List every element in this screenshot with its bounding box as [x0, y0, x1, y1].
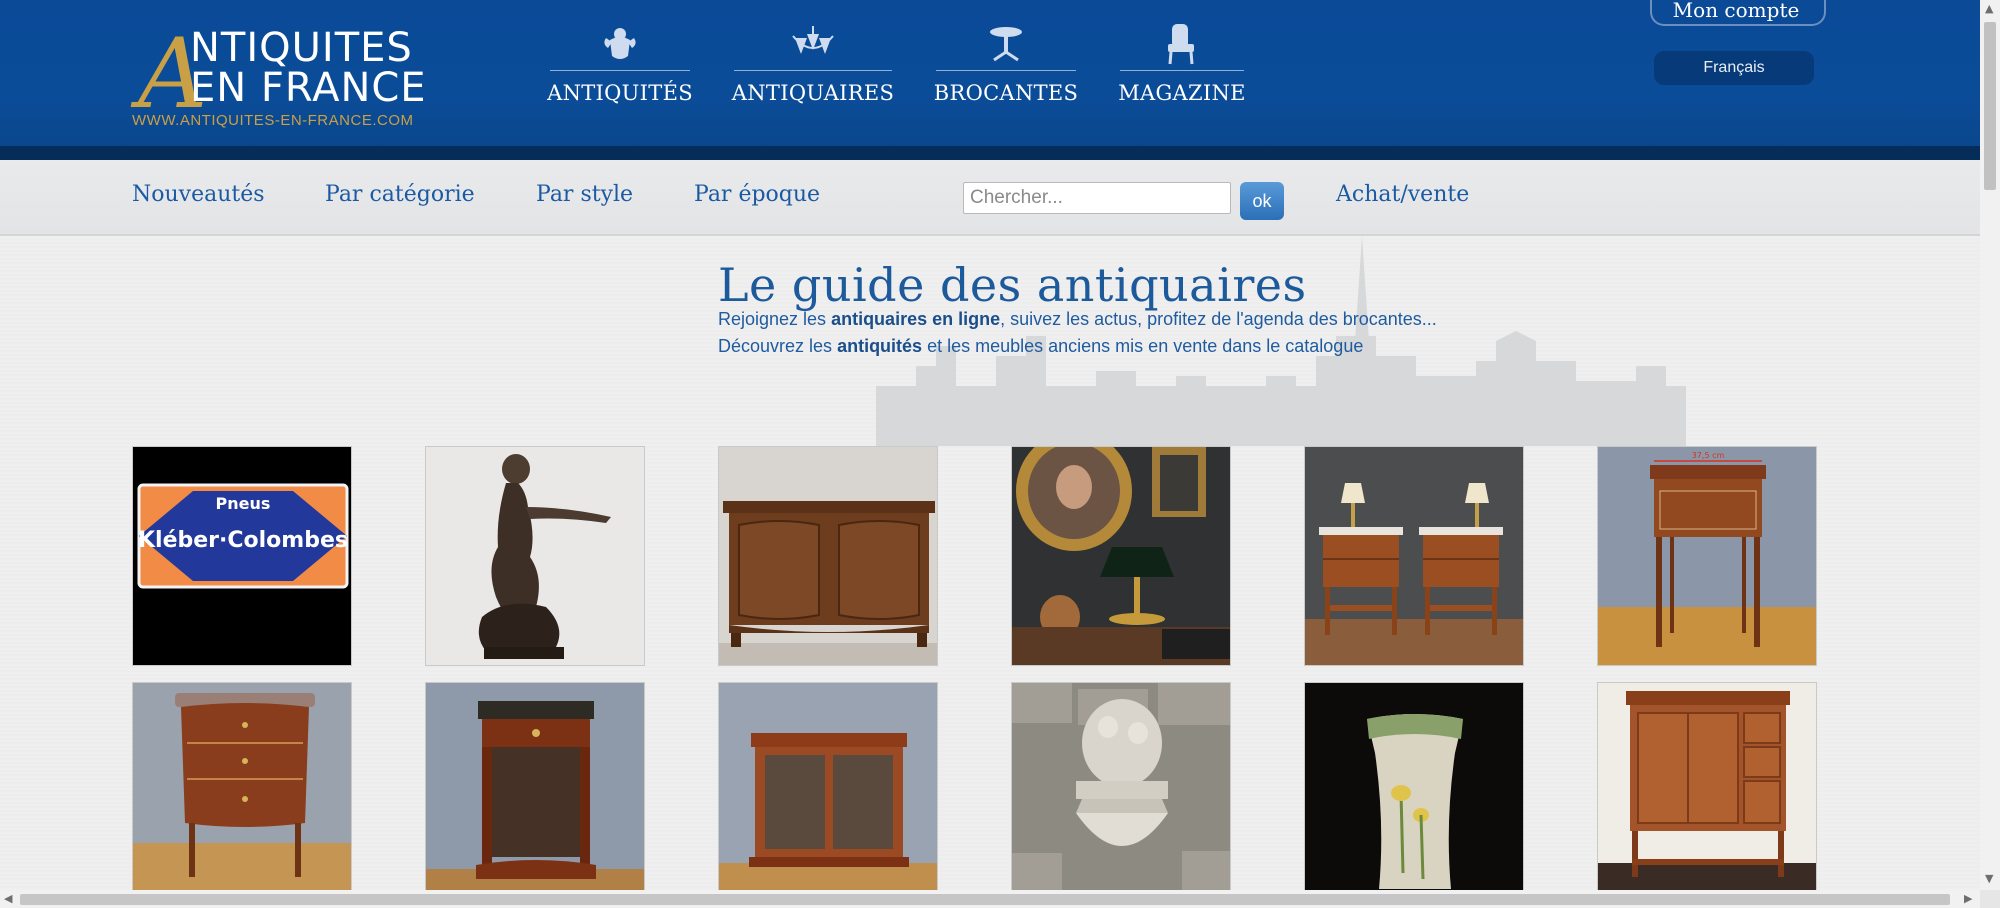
main-nav: ANTIQUITÉS ANTIQUAIRES BROCANTES MAGAZIN… — [547, 22, 1246, 112]
logo-text-line1: NTIQUITES — [190, 25, 413, 71]
nav-link-par-style[interactable]: Par style — [536, 182, 633, 207]
nav-item-brocantes[interactable]: BROCANTES — [933, 22, 1079, 112]
bronze-sculpture-image — [426, 447, 644, 665]
account-label: Mon compte — [1672, 0, 1800, 22]
logo-text-line2: EN FRANCE — [190, 65, 427, 111]
account-button[interactable]: Mon compte — [1650, 0, 1826, 26]
scroll-right-arrow-icon[interactable]: ▶ — [1964, 892, 1972, 905]
armchair-icon — [1162, 22, 1202, 66]
hero-line-1-post: , suivez les actus, profitez de l'agenda… — [1000, 309, 1437, 329]
gueridon-table-icon — [986, 22, 1026, 66]
hero-line-1: Rejoignez les antiquaires en ligne, suiv… — [718, 309, 1437, 330]
product-thumb-art-nouveau-vase[interactable] — [1304, 682, 1524, 890]
horizontal-scroll-thumb[interactable] — [20, 894, 1950, 905]
product-thumb-bedside-tables[interactable] — [1304, 446, 1524, 666]
product-thumb-kleber-colombes[interactable]: Pneus Kléber·Colombes — [132, 446, 352, 666]
hero-line-2-post: et les meubles anciens mis en vente dans… — [922, 336, 1364, 356]
nav-item-antiquites[interactable]: ANTIQUITÉS — [547, 22, 693, 112]
vase-image — [1305, 683, 1523, 890]
pedestal-table-image — [426, 683, 644, 890]
glass-cabinet-image — [719, 683, 937, 890]
hero-line-2: Découvrez les antiquités et les meubles … — [718, 336, 1363, 357]
product-thumb-walnut-buffet[interactable] — [718, 446, 938, 666]
nav-link-par-epoque[interactable]: Par époque — [694, 182, 820, 207]
hero-line-2-pre: Découvrez les — [718, 336, 838, 356]
nav-link-par-categorie[interactable]: Par catégorie — [325, 182, 475, 207]
scroll-left-arrow-icon[interactable]: ◀ — [4, 892, 12, 905]
product-thumb-bouillotte-lamp[interactable] — [1011, 446, 1231, 666]
sign-text-brand: Kléber·Colombes — [138, 528, 348, 553]
nav-label: ANTIQUITÉS — [547, 81, 693, 105]
vertical-scrollbar[interactable]: ▲ ▼ — [1980, 0, 2000, 890]
dimension-label: 37,5 cm — [1692, 451, 1725, 460]
vertical-scroll-thumb[interactable] — [1984, 22, 1996, 190]
product-thumb-stone-fountain[interactable] — [1011, 682, 1231, 890]
scrollbar-corner — [1980, 890, 2000, 908]
nav-label: ANTIQUAIRES — [731, 81, 895, 105]
lamp-and-portrait-image — [1012, 447, 1230, 665]
site-logo[interactable]: A NTIQUITES EN FRANCE WWW.ANTIQUITES-EN-… — [130, 22, 450, 134]
side-table-image: 37,5 cm — [1598, 447, 1816, 665]
link-antiquites[interactable]: antiquités — [837, 336, 922, 356]
nav-rule — [734, 70, 892, 71]
product-thumb-glass-cabinet[interactable] — [718, 682, 938, 890]
nav-label: BROCANTES — [933, 81, 1079, 105]
cherub-icon — [600, 22, 640, 66]
site-header: A NTIQUITES EN FRANCE WWW.ANTIQUITES-EN-… — [0, 0, 1980, 160]
scroll-up-arrow-icon[interactable]: ▲ — [1985, 2, 1993, 15]
logo-url: WWW.ANTIQUITES-EN-FRANCE.COM — [132, 112, 414, 129]
wall-fountain-image — [1012, 683, 1230, 890]
walnut-buffet-image — [719, 447, 937, 665]
bedside-tables-image — [1305, 447, 1523, 665]
product-thumb-mahogany-pedestal[interactable] — [425, 682, 645, 890]
nav-rule — [550, 70, 690, 71]
product-thumb-carved-cabinet[interactable] — [1597, 682, 1817, 890]
chandelier-icon — [789, 22, 837, 66]
nav-link-nouveautes[interactable]: Nouveautés — [132, 182, 265, 207]
page-title: Le guide des antiquaires — [718, 258, 1307, 312]
link-antiquaires-en-ligne[interactable]: antiquaires en ligne — [831, 309, 1000, 329]
nav-rule — [936, 70, 1076, 71]
search-ok-button[interactable]: ok — [1240, 182, 1284, 220]
enamel-sign-image: Pneus Kléber·Colombes — [133, 447, 351, 665]
commode-image — [133, 683, 351, 890]
hero-line-1-pre: Rejoignez les — [718, 309, 832, 329]
nav-label: MAGAZINE — [1118, 81, 1246, 105]
nav-item-magazine[interactable]: MAGAZINE — [1118, 22, 1246, 112]
page: A NTIQUITES EN FRANCE WWW.ANTIQUITES-EN-… — [0, 0, 1980, 890]
horizontal-scrollbar[interactable]: ◀ ▶ — [0, 890, 1980, 908]
carved-cabinet-image — [1598, 683, 1816, 890]
sign-text-pneus: Pneus — [216, 494, 271, 513]
product-thumb-mahogany-side-table[interactable]: 37,5 cm — [1597, 446, 1817, 666]
language-selector[interactable]: Français — [1654, 51, 1814, 85]
nav-item-antiquaires[interactable]: ANTIQUAIRES — [731, 22, 895, 112]
product-thumb-bronze-sculpture[interactable] — [425, 446, 645, 666]
scroll-down-arrow-icon[interactable]: ▼ — [1985, 872, 1993, 885]
nav-rule — [1120, 70, 1244, 71]
product-thumb-marquetry-commode[interactable] — [132, 682, 352, 890]
nav-link-achat-vente[interactable]: Achat/vente — [1336, 182, 1469, 207]
search-input[interactable] — [963, 182, 1231, 214]
